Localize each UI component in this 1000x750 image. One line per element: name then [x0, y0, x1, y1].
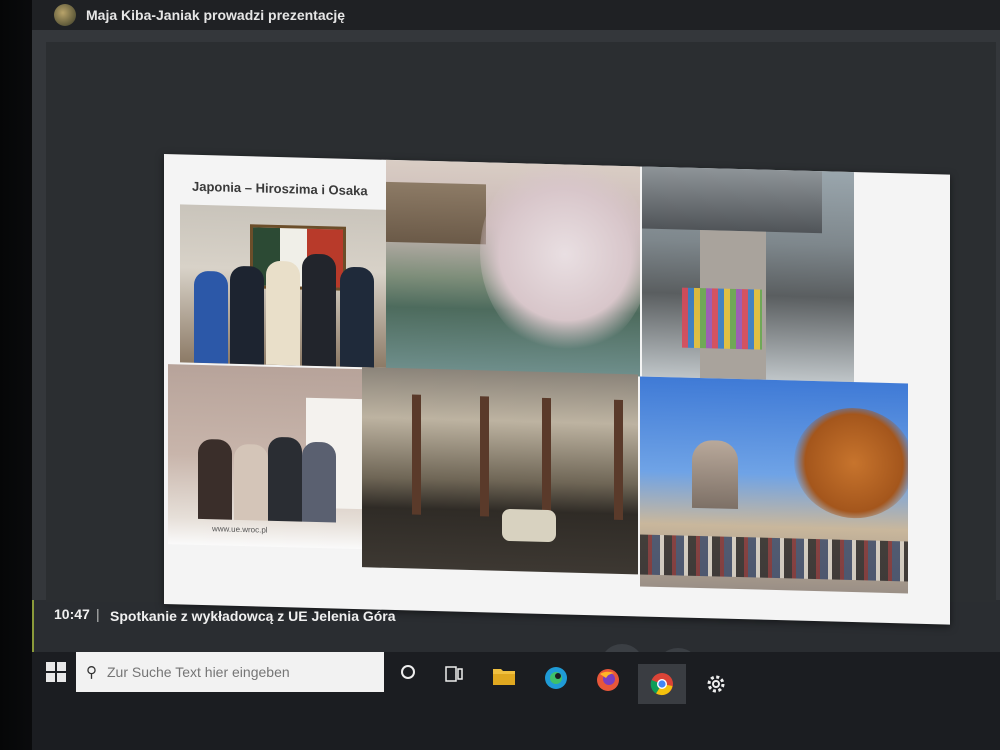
meeting-time: 10:47 — [54, 606, 90, 622]
cortana-button[interactable] — [394, 658, 422, 686]
meeting-separator: | — [96, 606, 100, 622]
cortana-icon — [401, 665, 415, 679]
atomic-dome — [692, 439, 738, 510]
firefox-button[interactable] — [594, 666, 622, 694]
photo-atomic-dome — [640, 376, 908, 594]
photo-group-delegation — [180, 204, 386, 368]
windows-taskbar: ⚲ — [32, 652, 1000, 750]
photo-peace-memorial — [642, 166, 854, 383]
presentation-stage: Japonia – Hiroszima i Osaka www.ue.wroc.… — [32, 30, 1000, 625]
person — [266, 260, 300, 366]
edge-icon — [545, 667, 567, 689]
person — [234, 443, 268, 521]
memorial-roof — [642, 166, 822, 234]
castle-wall — [386, 181, 486, 245]
settings-button[interactable] — [702, 670, 730, 698]
person — [340, 266, 374, 368]
person — [194, 270, 228, 364]
hall-column — [614, 399, 623, 521]
avatar — [54, 4, 76, 26]
autumn-tree — [794, 406, 908, 520]
start-button[interactable] — [46, 662, 66, 682]
hall-column — [542, 397, 551, 519]
start-icon — [57, 662, 66, 671]
file-explorer-button[interactable] — [490, 662, 518, 690]
taskbar-search[interactable]: ⚲ — [76, 652, 384, 692]
start-icon — [46, 673, 55, 682]
photo-castle-blossoms — [386, 159, 640, 377]
settings-icon — [707, 675, 725, 693]
cherry-blossom — [480, 159, 640, 357]
presentation-slide: Japonia – Hiroszima i Osaka www.ue.wroc.… — [164, 154, 950, 625]
person — [198, 438, 232, 520]
person — [302, 441, 336, 523]
hall-fountain — [502, 508, 556, 543]
photo-memorial-hall — [362, 367, 638, 575]
visitors-crowd — [640, 534, 908, 582]
search-icon: ⚲ — [86, 664, 97, 681]
slide-title: Japonia – Hiroszima i Osaka — [192, 178, 368, 199]
person — [268, 436, 302, 522]
chrome-icon — [650, 673, 673, 696]
paper-cranes — [682, 287, 762, 350]
presenter-bar: Maja Kiba-Janiak prowadzi prezentację — [32, 0, 1000, 30]
slide-url: www.ue.wroc.pl — [212, 524, 268, 535]
stage-frame: Japonia – Hiroszima i Osaka www.ue.wroc.… — [46, 42, 996, 625]
screen: Maja Kiba-Janiak prowadzi prezentację Ja… — [32, 0, 1000, 750]
hall-column — [412, 394, 421, 515]
person — [230, 265, 264, 365]
chrome-button[interactable] — [638, 664, 686, 704]
firefox-icon — [597, 669, 619, 691]
start-icon — [57, 673, 66, 682]
task-view-icon — [445, 666, 463, 682]
photo-conference-group: www.ue.wroc.pl — [168, 364, 362, 550]
presenter-label: Maja Kiba-Janiak prowadzi prezentację — [86, 7, 346, 23]
meeting-title: Spotkanie z wykładowcą z UE Jelenia Góra — [110, 608, 396, 624]
search-input[interactable] — [105, 663, 359, 681]
task-view-button[interactable] — [440, 660, 468, 688]
hall-column — [480, 396, 489, 517]
start-icon — [46, 662, 55, 671]
file-explorer-icon — [493, 669, 515, 685]
edge-button[interactable] — [542, 664, 570, 692]
person — [302, 253, 336, 367]
